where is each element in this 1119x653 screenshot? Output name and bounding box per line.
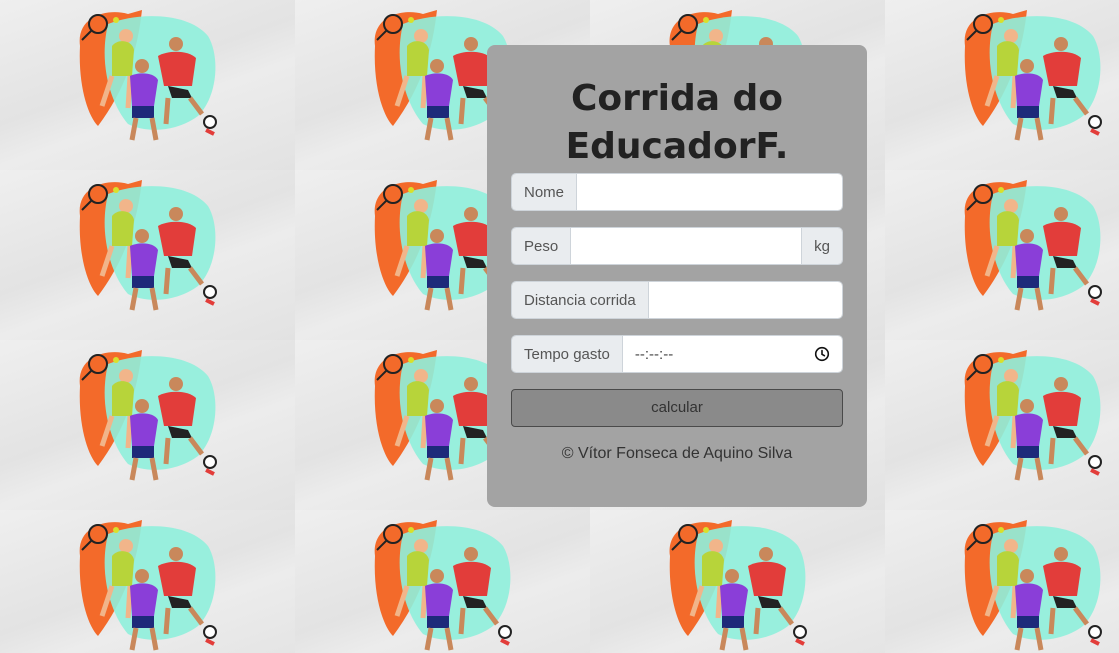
background-tile: [885, 170, 1119, 340]
nome-input-group: Nome: [511, 173, 843, 211]
peso-input-group: Peso kg: [511, 227, 843, 265]
sports-players-illustration: [964, 180, 1102, 311]
sports-players-illustration: [964, 350, 1102, 481]
page-title: Corrida do EducadorF.: [487, 75, 867, 171]
background-tile: [0, 510, 295, 653]
sports-players-illustration: [374, 520, 512, 651]
title-line-2: EducadorF.: [565, 126, 789, 167]
sports-players-illustration: [669, 520, 807, 651]
footer-credit: © Vítor Fonseca de Aquino Silva: [561, 445, 793, 462]
distancia-label: Distancia corrida: [512, 282, 649, 318]
peso-unit: kg: [801, 228, 842, 264]
sports-players-illustration: [964, 10, 1102, 141]
nome-input[interactable]: [577, 174, 842, 210]
tempo-input-group: Tempo gasto --:--:--: [511, 335, 843, 373]
form-card: Corrida do EducadorF. Nome Peso kg Dista…: [487, 45, 867, 507]
background-tile: [0, 340, 295, 510]
tempo-label: Tempo gasto: [512, 336, 623, 372]
sports-players-illustration: [79, 520, 217, 651]
peso-label: Peso: [512, 228, 572, 264]
tempo-value: --:--:--: [634, 345, 674, 363]
nome-label: Nome: [512, 174, 578, 210]
peso-input[interactable]: [571, 228, 802, 264]
sports-players-illustration: [964, 520, 1102, 651]
calcular-button[interactable]: calcular: [511, 389, 843, 427]
distancia-input-group: Distancia corrida km: [511, 281, 843, 319]
title-line-1: Corrida do: [570, 78, 784, 119]
background-tile: [885, 0, 1119, 170]
distancia-input[interactable]: [648, 282, 842, 318]
background-tile: [0, 170, 295, 340]
tempo-input[interactable]: --:--:--: [622, 336, 842, 372]
background-tile: [885, 510, 1119, 653]
sports-players-illustration: [79, 10, 217, 141]
background-tile: [885, 340, 1119, 510]
background-tile: [0, 0, 295, 170]
sports-players-illustration: [79, 180, 217, 311]
clock-icon[interactable]: [814, 346, 830, 362]
background-tile: [590, 510, 885, 653]
sports-players-illustration: [79, 350, 217, 481]
background-tile: [295, 510, 590, 653]
